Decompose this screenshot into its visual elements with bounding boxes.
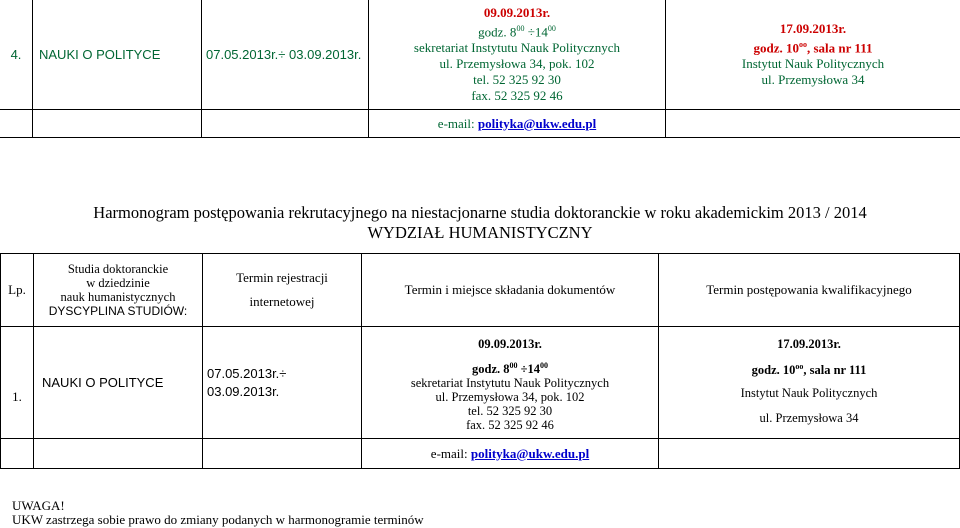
qualification-time: godz. 10oo, sala nr 111 [753, 39, 873, 56]
row-qualification-date: 17.09.2013r. [777, 337, 841, 351]
email-cell: e-mail: polityka@ukw.edu.pl [368, 109, 666, 138]
row-registration: 07.05.2013r.÷ 03.09.2013r. [202, 326, 362, 439]
documents-line4: fax. 52 325 92 46 [471, 88, 563, 104]
documents-line3: tel. 52 325 92 30 [473, 72, 561, 88]
header-documents: Termin i miejsce składania dokumentów [361, 253, 659, 327]
row-lp: 1. [0, 326, 34, 439]
qualification-date: 17.09.2013r. [779, 20, 847, 36]
qualification-line1: Instytut Nauk Politycznych [741, 56, 885, 72]
row-email-cell: e-mail: polityka@ukw.edu.pl [361, 438, 659, 469]
schedule-table: Lp. Studia doktoranckie w dziedzinie nau… [0, 253, 960, 469]
header-studies: Studia doktoranckie w dziedzinie nauk hu… [33, 253, 203, 327]
row-email-link[interactable]: polityka@ukw.edu.pl [471, 446, 589, 461]
qualification-cell: 17.09.2013r. godz. 10oo, sala nr 111 Ins… [665, 0, 960, 110]
discipline-text: NAUKI O POLITYCE [39, 46, 161, 62]
lp-text: 4. [10, 46, 22, 62]
documents-time: godz. 800 ÷1400 [478, 23, 556, 40]
row-documents: 09.09.2013r. godz. 800 ÷1400 sekretariat… [361, 326, 659, 439]
row-qualification-time: godz. 10oo, sala nr 111 [751, 362, 867, 378]
header-registration: Termin rejestracji internetowej [202, 253, 362, 327]
row-documents-date: 09.09.2013r. [478, 337, 542, 351]
discipline-cell: NAUKI O POLITYCE [32, 0, 202, 110]
row-documents-time: godz. 800 ÷1400 [472, 361, 548, 377]
footer-note: UKW zastrzega sobie prawo do zmiany poda… [12, 512, 424, 527]
faculty-title: WYDZIAŁ HUMANISTYCZNY [367, 223, 593, 242]
row-discipline: NAUKI O POLITYCE [33, 326, 203, 439]
documents-line2: ul. Przemysłowa 34, pok. 102 [439, 56, 595, 72]
documents-date: 09.09.2013r. [483, 4, 551, 20]
lp-cell: 4. [0, 0, 33, 110]
email-link[interactable]: polityka@ukw.edu.pl [478, 116, 596, 131]
previous-discipline-table: 4. NAUKI O POLITYCE 07.05.2013r.÷ 03.09.… [0, 0, 960, 138]
documents-line1: sekretariat Instytutu Nauk Politycznych [413, 40, 621, 56]
qualification-line2: ul. Przemysłowa 34 [761, 72, 865, 88]
documents-cell: 09.09.2013r. godz. 800 ÷1400 sekretariat… [368, 0, 666, 110]
header-qualification: Termin postępowania kwalifikacyjnego [658, 253, 960, 327]
registration-text: 07.05.2013r.÷ 03.09.2013r. [206, 46, 362, 62]
header-lp: Lp. [0, 253, 34, 327]
page-title: Harmonogram postępowania rekrutacyjnego … [93, 203, 867, 222]
row-qualification: 17.09.2013r. godz. 10oo, sala nr 111 Ins… [658, 326, 960, 439]
registration-cell: 07.05.2013r.÷ 03.09.2013r. [201, 0, 369, 110]
